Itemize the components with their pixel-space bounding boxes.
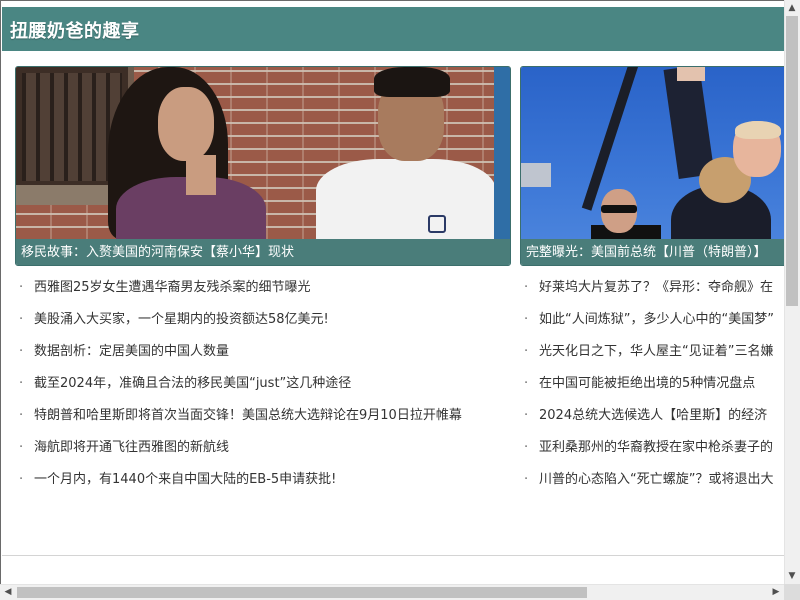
list-item[interactable]: · 海航即将开通飞往西雅图的新航线 bbox=[19, 437, 509, 469]
bullet-icon: · bbox=[524, 440, 529, 455]
scroll-right-icon[interactable]: ▶ bbox=[768, 584, 784, 600]
site-title[interactable]: 扭腰奶爸的趣享 bbox=[10, 17, 140, 43]
site-header: 扭腰奶爸的趣享 bbox=[2, 7, 784, 51]
featured-caption-1[interactable]: 移民故事：入赘美国的河南保安【蔡小华】现状 bbox=[16, 239, 510, 265]
scrollbar-corner bbox=[784, 584, 800, 600]
list-item[interactable]: · 数据剖析：定居美国的中国人数量 bbox=[19, 341, 509, 373]
divider bbox=[2, 555, 784, 556]
news-list-left: · 西雅图25岁女生遭遇华裔男友残杀案的细节曝光 · 美股涌入大买家，一个星期内的投… bbox=[19, 277, 509, 501]
bullet-icon: · bbox=[524, 408, 529, 423]
bullet-icon: · bbox=[19, 440, 24, 455]
bullet-icon: · bbox=[524, 312, 529, 327]
bullet-icon: · bbox=[19, 280, 24, 295]
list-item[interactable]: · 美股涌入大买家，一个星期内的投资额达58亿美元! bbox=[19, 309, 509, 341]
list-item[interactable]: · 截至2024年，准确且合法的移民美国“just”这几种途径 bbox=[19, 373, 509, 405]
list-item[interactable]: · 好莱坞大片复苏了？《异形：夺命舰》在 bbox=[524, 277, 784, 309]
scroll-down-icon[interactable]: ▼ bbox=[784, 568, 800, 584]
list-item[interactable]: · 西雅图25岁女生遭遇华裔男友残杀案的细节曝光 bbox=[19, 277, 509, 309]
bullet-icon: · bbox=[19, 312, 24, 327]
list-item[interactable]: · 亚利桑那州的华裔教授在家中枪杀妻子的 bbox=[524, 437, 784, 469]
list-item[interactable]: · 2024总统大选候选人【哈里斯】的经济 bbox=[524, 405, 784, 437]
list-item[interactable]: · 在中国可能被拒绝出境的5种情况盘点 bbox=[524, 373, 784, 405]
list-item[interactable]: · 特朗普和哈里斯即将首次当面交锋！美国总统大选辩论在9月10日拉开帷幕 bbox=[19, 405, 509, 437]
featured-image-2[interactable] bbox=[521, 67, 784, 239]
featured-card-1[interactable]: 移民故事：入赘美国的河南保安【蔡小华】现状 bbox=[15, 66, 511, 266]
bullet-icon: · bbox=[19, 344, 24, 359]
bullet-icon: · bbox=[524, 344, 529, 359]
featured-card-2[interactable]: 完整曝光：美国前总统【川普（特朗普）】 bbox=[520, 66, 784, 266]
horizontal-scroll-thumb[interactable] bbox=[17, 587, 587, 598]
list-item[interactable]: · 一个月内，有1440个来自中国大陆的EB-5申请获批! bbox=[19, 469, 509, 501]
bullet-icon: · bbox=[524, 376, 529, 391]
list-item[interactable]: · 光天化日之下，华人屋主“见证着”三名嫌 bbox=[524, 341, 784, 373]
featured-caption-2[interactable]: 完整曝光：美国前总统【川普（特朗普）】 bbox=[521, 239, 784, 265]
vertical-scroll-thumb[interactable] bbox=[786, 16, 798, 306]
bullet-icon: · bbox=[19, 408, 24, 423]
list-item[interactable]: · 如此“人间炼狱”，多少人心中的“美国梦” bbox=[524, 309, 784, 341]
scroll-left-icon[interactable]: ◀ bbox=[0, 584, 16, 600]
news-list-right: · 好莱坞大片复苏了？《异形：夺命舰》在 · 如此“人间炼狱”，多少人心中的“美国梦… bbox=[524, 277, 784, 501]
bullet-icon: · bbox=[19, 376, 24, 391]
list-item[interactable]: · 川普的心态陷入“死亡螺旋”？或将退出大 bbox=[524, 469, 784, 501]
page-frame: 扭腰奶爸的趣享 移民故事：入赘美国的河南保安【蔡小华】现状 完整曝光：美国前总统… bbox=[0, 0, 784, 584]
featured-image-1[interactable] bbox=[16, 67, 510, 239]
scroll-up-icon[interactable]: ▲ bbox=[784, 0, 800, 16]
bullet-icon: · bbox=[524, 280, 529, 295]
bullet-icon: · bbox=[19, 472, 24, 487]
bullet-icon: · bbox=[524, 472, 529, 487]
